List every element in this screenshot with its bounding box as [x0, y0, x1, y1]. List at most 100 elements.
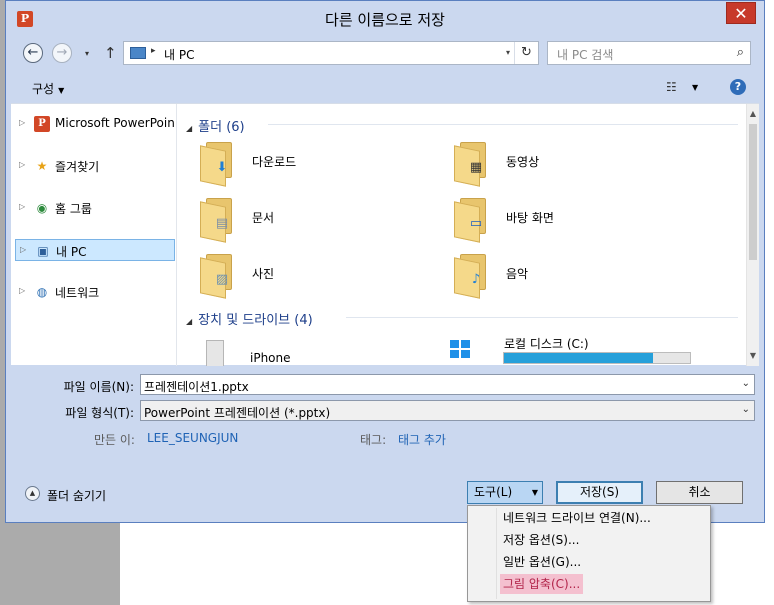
folder-label: 다운로드	[252, 155, 297, 169]
save-as-dialog: P 다른 이름으로 저장 ✕ ← → ▾ ↑ ▸ 내 PC ▾ ↻ 내 PC 검…	[5, 0, 765, 523]
forward-button[interactable]: →	[52, 43, 72, 63]
search-box[interactable]: 내 PC 검색 ⌕	[547, 41, 751, 65]
sidebar-item-network[interactable]: ▷ ◍ 네트워크	[15, 281, 175, 303]
star-icon: ★	[36, 159, 48, 173]
tags-label: 태그:	[360, 433, 387, 447]
filename-field[interactable]: 프레젠테이션1.pptx ⌄	[140, 374, 755, 395]
breadcrumb-separator[interactable]: ▸	[151, 46, 156, 56]
folder-icon: ▦	[454, 142, 488, 187]
sidebar-item-label: 내 PC	[56, 245, 87, 259]
recent-locations-dropdown[interactable]: ▾	[85, 49, 89, 58]
vertical-scrollbar[interactable]: ▲ ▼	[746, 104, 759, 366]
save-button[interactable]: 저장(S)	[556, 481, 643, 504]
search-icon[interactable]: ⌕	[737, 45, 744, 60]
sidebar-item-homegroup[interactable]: ▷ ◉ 홈 그룹	[15, 197, 175, 219]
scroll-down-icon[interactable]: ▼	[747, 349, 759, 363]
view-dropdown-icon[interactable]: ▼	[692, 83, 698, 92]
browser-panel: ▷ P Microsoft PowerPoint ▷ ★ 즐겨찾기 ▷ ◉ 홈 …	[11, 103, 759, 366]
sidebar-item-label: 네트워크	[55, 286, 100, 300]
address-bar[interactable]: ▸ 내 PC ▾ ↻	[123, 41, 539, 65]
sidebar-item-label: 즐겨찾기	[55, 160, 100, 174]
network-icon: ◍	[36, 285, 48, 299]
close-button[interactable]: ✕	[726, 2, 756, 24]
menu-item-general-options[interactable]: 일반 옵션(G)...	[500, 552, 584, 572]
author-label: 만든 이:	[94, 433, 135, 447]
folder-label: 음악	[506, 267, 529, 281]
menu-item-compress-pictures[interactable]: 그림 압축(C)...	[500, 574, 584, 594]
tools-button[interactable]: 도구(L) ▼	[467, 481, 543, 504]
help-icon[interactable]: ?	[730, 79, 746, 95]
refresh-button[interactable]: ↻	[514, 42, 538, 64]
command-bar: 구성 ▼ ☷ ▼ ?	[6, 73, 764, 103]
scroll-thumb[interactable]	[749, 124, 757, 260]
desktop-icon: ▭	[469, 216, 483, 231]
folder-music[interactable]: ♪ 음악	[440, 250, 680, 300]
organize-label: 구성	[32, 82, 55, 96]
folder-videos[interactable]: ▦ 동영상	[440, 138, 680, 188]
expand-arrow-icon[interactable]: ▷	[19, 286, 25, 295]
collapse-up-icon: ▲	[25, 486, 40, 501]
chevron-down-icon: ▼	[531, 488, 538, 497]
expand-arrow-icon[interactable]: ▷	[19, 160, 25, 169]
sidebar-item-label: Microsoft PowerPoint	[55, 116, 175, 130]
address-dropdown-icon[interactable]: ▾	[506, 48, 510, 57]
computer-icon: ▣	[37, 244, 49, 258]
menu-item-save-options[interactable]: 저장 옵션(S)...	[500, 530, 582, 550]
picture-icon: ▨	[215, 272, 229, 287]
document-icon: ▤	[215, 216, 229, 231]
scroll-up-icon[interactable]: ▲	[747, 107, 759, 121]
group-divider	[346, 317, 738, 318]
device-label: 로컬 디스크 (C:)	[504, 337, 589, 351]
file-list: ◢ 폴더 (6) ⬇ 다운로드 ▦ 동영상 ▤ 문서 ▭ 바탕 화면 ▨ 사진	[178, 104, 744, 366]
tools-menu: 네트워크 드라이브 연결(N)... 저장 옵션(S)... 일반 옵션(G).…	[467, 505, 711, 602]
folder-desktop[interactable]: ▭ 바탕 화면	[440, 194, 680, 244]
group-divider	[268, 124, 738, 125]
collapse-icon[interactable]: ◢	[186, 317, 192, 326]
folders-group-header[interactable]: ◢ 폴더 (6)	[186, 116, 245, 135]
expand-arrow-icon[interactable]: ▷	[19, 118, 25, 127]
menu-item-map-network-drive[interactable]: 네트워크 드라이브 연결(N)...	[500, 508, 654, 528]
folder-icon: ▤	[200, 198, 234, 243]
title-bar: P 다른 이름으로 저장 ✕	[6, 1, 764, 35]
navigation-pane: ▷ P Microsoft PowerPoint ▷ ★ 즐겨찾기 ▷ ◉ 홈 …	[11, 104, 177, 366]
search-placeholder: 내 PC 검색	[557, 48, 614, 62]
breadcrumb-my-pc[interactable]: 내 PC	[164, 46, 194, 63]
view-options-icon[interactable]: ☷	[666, 80, 677, 94]
folder-label: 사진	[252, 267, 275, 281]
folder-documents[interactable]: ▤ 문서	[186, 194, 426, 244]
chevron-down-icon[interactable]: ⌄	[742, 378, 750, 389]
folder-label: 동영상	[506, 155, 540, 169]
collapse-icon[interactable]: ◢	[186, 124, 192, 133]
author-value[interactable]: LEE_SEUNGJUN	[147, 431, 238, 445]
menu-gutter	[496, 508, 497, 599]
hide-folders-label: 폴더 숨기기	[47, 489, 107, 503]
expand-arrow-icon[interactable]: ▷	[19, 202, 25, 211]
up-button[interactable]: ↑	[104, 44, 117, 62]
tags-value[interactable]: 태그 추가	[398, 431, 446, 448]
folder-downloads[interactable]: ⬇ 다운로드	[186, 138, 426, 188]
folder-icon: ⬇	[200, 142, 234, 187]
dialog-title: 다른 이름으로 저장	[325, 11, 445, 29]
sidebar-item-favorites[interactable]: ▷ ★ 즐겨찾기	[15, 155, 175, 177]
filetype-select[interactable]: PowerPoint 프레젠테이션 (*.pptx) ⌄	[140, 400, 755, 421]
filename-label: 파일 이름(N):	[63, 380, 134, 394]
group-title: 폴더 (6)	[198, 120, 245, 135]
filename-value: 프레젠테이션1.pptx	[144, 380, 249, 394]
filetype-label: 파일 형식(T):	[65, 406, 134, 420]
sidebar-item-powerpoint[interactable]: ▷ P Microsoft PowerPoint	[15, 113, 175, 135]
back-button[interactable]: ←	[23, 43, 43, 63]
folder-pictures[interactable]: ▨ 사진	[186, 250, 426, 300]
organize-button[interactable]: 구성 ▼	[32, 80, 64, 97]
tools-label: 도구(L)	[474, 485, 513, 499]
folder-label: 바탕 화면	[506, 211, 554, 225]
chevron-down-icon[interactable]: ⌄	[742, 404, 750, 415]
disk-usage-bar	[503, 352, 691, 364]
device-label: iPhone	[250, 351, 291, 365]
cancel-button[interactable]: 취소	[656, 481, 743, 504]
sidebar-item-my-pc[interactable]: ▷ ▣ 내 PC	[15, 239, 175, 261]
windows-drive-icon	[450, 340, 470, 358]
sidebar-item-label: 홈 그룹	[55, 202, 92, 216]
expand-arrow-icon[interactable]: ▷	[20, 245, 26, 254]
devices-group-header[interactable]: ◢ 장치 및 드라이브 (4)	[186, 309, 313, 328]
folder-icon: ♪	[454, 254, 488, 299]
